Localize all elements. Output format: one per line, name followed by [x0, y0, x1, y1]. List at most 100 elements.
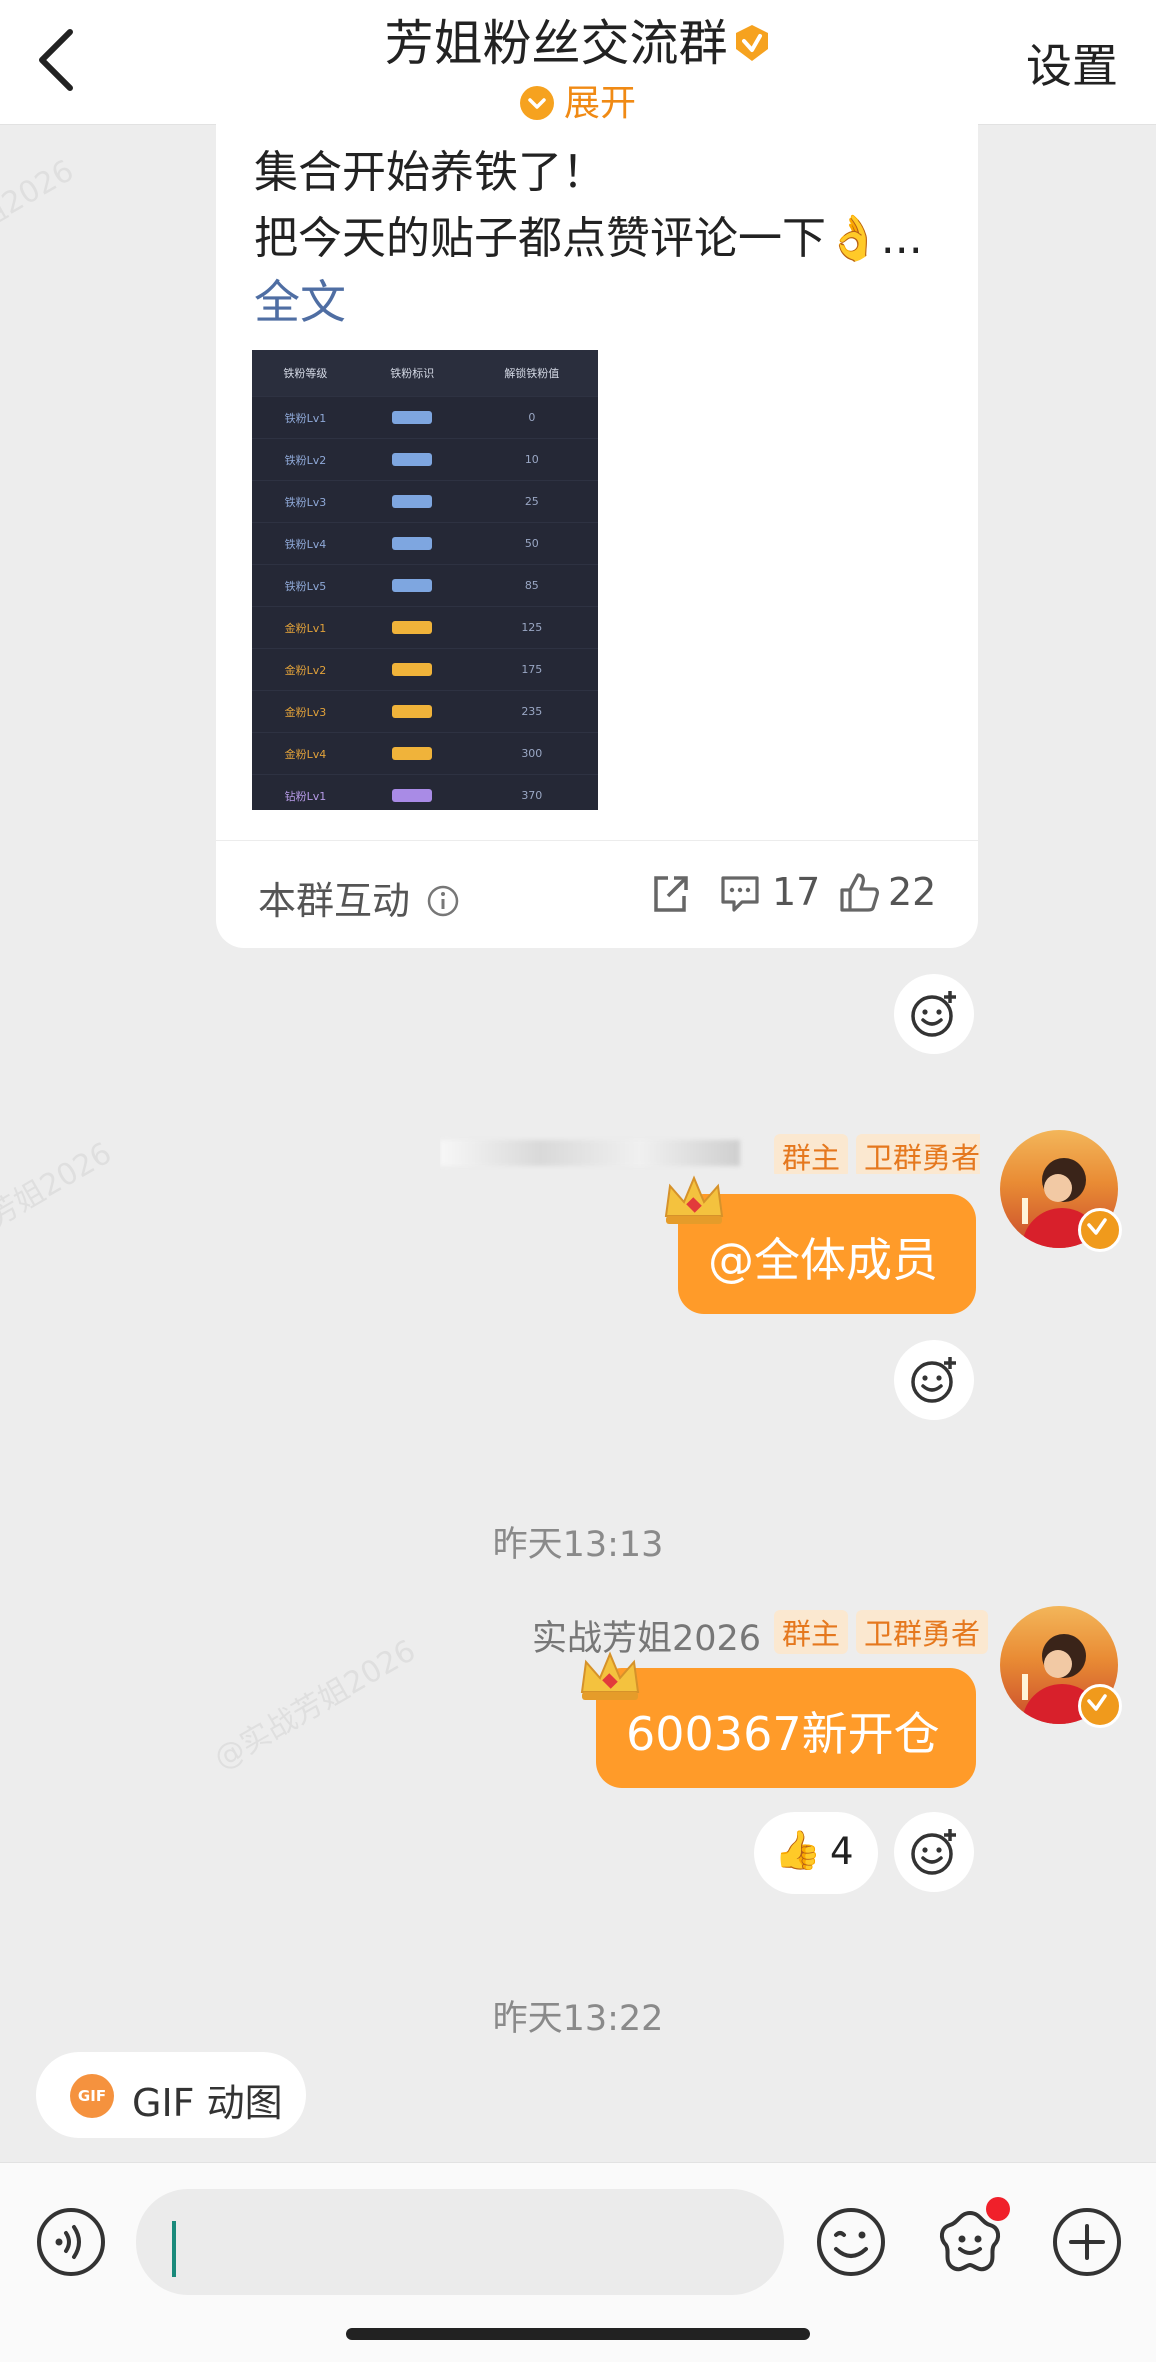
message-sender-row: 群主 卫群勇者: [440, 1134, 980, 1174]
level-cell: 铁粉Lv2: [252, 438, 359, 481]
title-badge: 卫群勇者: [856, 1134, 980, 1174]
badge-cell: [358, 564, 466, 607]
level-cell: 铁粉Lv3: [252, 480, 359, 523]
gif-suggestion-chip[interactable]: GIF GIF 动图: [36, 2052, 306, 2138]
reaction-count: 4: [830, 1830, 854, 1873]
fan-badge-icon: [392, 747, 433, 761]
crown-icon: [576, 1648, 644, 1708]
fan-badge-icon: [392, 705, 433, 719]
text-caret: [172, 2221, 176, 2277]
value-cell: 25: [465, 480, 598, 523]
verified-badge-icon: [732, 18, 772, 75]
value-cell: 0: [465, 396, 598, 439]
expand-toggle[interactable]: 展开: [0, 74, 1156, 126]
badge-cell: [358, 522, 466, 565]
owner-badge: 群主: [774, 1134, 849, 1174]
value-cell: 125: [465, 606, 598, 649]
watermark: 芳姐2026: [0, 1135, 118, 1235]
table-row: 金粉Lv2 175: [252, 648, 598, 691]
comment-icon[interactable]: [718, 872, 762, 920]
value-cell: 50: [465, 522, 598, 565]
level-cell: 钻粉Lv1: [252, 774, 359, 810]
crown-icon: [660, 1172, 728, 1232]
level-cell: 铁粉Lv4: [252, 522, 359, 565]
card-divider: [216, 840, 978, 841]
watermark: @实战芳姐2026: [208, 1633, 422, 1777]
badge-cell: [358, 480, 466, 523]
owner-badge: 群主: [774, 1610, 849, 1654]
level-cell: 铁粉Lv5: [252, 564, 359, 607]
chat-header: 芳姐粉丝交流群 展开 设置: [0, 0, 1156, 125]
group-title[interactable]: 芳姐粉丝交流群: [0, 4, 1156, 75]
level-cell: 金粉Lv2: [252, 648, 359, 691]
home-indicator: [346, 2328, 810, 2340]
add-reaction-button[interactable]: [894, 974, 974, 1054]
table-row: 铁粉Lv5 85: [252, 564, 598, 607]
verified-avatar-icon: [1078, 1684, 1122, 1728]
badge-cell: [358, 774, 466, 810]
message-text: @全体成员: [708, 1233, 938, 1287]
timestamp: 昨天13:22: [492, 1999, 664, 2039]
value-cell: 300: [465, 732, 598, 775]
share-icon[interactable]: [648, 872, 692, 920]
level-cell: 铁粉Lv1: [252, 396, 359, 439]
add-emoji-icon: [911, 1829, 956, 1875]
reaction-chip[interactable]: 👍 4: [754, 1812, 878, 1894]
badge-cell: [358, 606, 466, 649]
badge-cell: [358, 648, 466, 691]
add-reaction-button[interactable]: [894, 1812, 974, 1892]
badge-cell: [358, 690, 466, 733]
comment-count: 17: [772, 870, 821, 914]
like-count: 22: [888, 870, 937, 914]
table-row: 金粉Lv3 235: [252, 690, 598, 733]
table-row: 金粉Lv4 300: [252, 732, 598, 775]
post-image[interactable]: 铁粉等级 铁粉标识 解锁铁粉值 铁粉Lv1 0 铁粉Lv2 10 铁粉Lv3 25 铁粉Lv…: [252, 350, 598, 810]
expand-label: 展开: [563, 83, 636, 124]
fan-level-table: 铁粉等级 铁粉标识 解锁铁粉值 铁粉Lv1 0 铁粉Lv2 10 铁粉Lv3 25 铁粉Lv…: [252, 350, 598, 810]
redacted-name: [440, 1140, 740, 1166]
value-cell: 10: [465, 438, 598, 481]
add-reaction-button[interactable]: [894, 1340, 974, 1420]
fan-badge-icon: [392, 537, 433, 551]
fan-badge-icon: [392, 789, 433, 803]
settings-button[interactable]: 设置: [1026, 30, 1118, 96]
chevron-down-icon: [519, 86, 554, 120]
table-row: 金粉Lv1 125: [252, 606, 598, 649]
add-emoji-icon: [911, 991, 956, 1037]
table-body: 铁粉Lv1 0 铁粉Lv2 10 铁粉Lv3 25 铁粉Lv4 50 铁粉Lv5 85 金粉Lv1 1…: [252, 396, 598, 810]
table-row: 铁粉Lv2 10: [252, 438, 598, 481]
badge-cell: [358, 396, 466, 439]
value-cell: 235: [465, 690, 598, 733]
value-cell: 85: [465, 564, 598, 607]
table-row: 钻粉Lv1 370: [252, 774, 598, 810]
fan-badge-icon: [392, 411, 433, 425]
sender-name[interactable]: 实战芳姐2026: [532, 1610, 761, 1661]
fan-badge-icon: [392, 663, 433, 677]
like-icon[interactable]: [836, 870, 882, 920]
read-more-link[interactable]: 全文: [254, 266, 346, 332]
table-header: 解锁铁粉值: [465, 350, 598, 397]
fan-badge-icon: [392, 495, 433, 509]
fan-badge-icon: [392, 621, 433, 635]
message-text: 600367新开仓: [626, 1707, 940, 1761]
info-icon[interactable]: [426, 883, 460, 927]
add-emoji-icon: [911, 1357, 956, 1403]
level-cell: 金粉Lv1: [252, 606, 359, 649]
watermark: 姐2026: [0, 153, 80, 237]
plus-icon[interactable]: [1050, 2205, 1124, 2283]
title-badge: 卫群勇者: [856, 1610, 989, 1654]
value-cell: 175: [465, 648, 598, 691]
table-row: 铁粉Lv1 0: [252, 396, 598, 439]
message-input[interactable]: [136, 2189, 784, 2295]
emoji-icon[interactable]: [814, 2205, 888, 2283]
table-header: 铁粉等级: [252, 350, 359, 397]
gif-label: GIF 动图: [132, 2081, 283, 2125]
fan-badge-icon: [392, 453, 433, 467]
gif-icon: GIF: [70, 2074, 114, 2118]
message-bubble[interactable]: 600367新开仓: [596, 1668, 976, 1788]
post-card[interactable]: 集合开始养铁了！ 把今天的贴子都点赞评论一下👌... 全文 铁粉等级 铁粉标识 …: [216, 124, 978, 948]
group-interaction-text: 本群互动: [258, 879, 411, 923]
badge-cell: [358, 732, 466, 775]
group-title-text: 芳姐粉丝交流群: [384, 15, 728, 72]
voice-icon[interactable]: [34, 2205, 108, 2283]
